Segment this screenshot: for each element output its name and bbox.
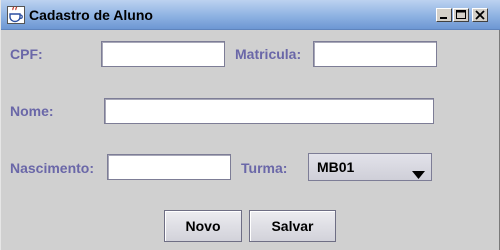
nome-input[interactable] [104, 98, 434, 124]
java-app-icon [7, 6, 25, 24]
nascimento-input[interactable] [107, 154, 231, 180]
window-title: Cadastro de Aluno [29, 7, 153, 23]
matricula-label: Matricula: [235, 46, 302, 62]
turma-label: Turma: [241, 160, 288, 176]
maximize-button[interactable] [453, 8, 469, 22]
matricula-input[interactable] [313, 41, 437, 67]
chevron-down-icon [412, 164, 425, 183]
cpf-label: CPF: [10, 46, 43, 62]
turma-selected-value: MB01 [317, 159, 355, 175]
nome-label: Nome: [10, 103, 54, 119]
title-bar[interactable]: Cadastro de Aluno [1, 0, 500, 30]
salvar-button[interactable]: Salvar [249, 210, 336, 242]
nascimento-label: Nascimento: [10, 160, 95, 176]
cadastro-window: Cadastro de Aluno CPF: Matricula: Nome: … [0, 0, 500, 250]
turma-select[interactable]: MB01 [308, 153, 432, 181]
minimize-button[interactable] [436, 8, 452, 22]
cpf-input[interactable] [101, 41, 225, 67]
close-button[interactable] [472, 8, 488, 22]
novo-button[interactable]: Novo [164, 210, 242, 242]
